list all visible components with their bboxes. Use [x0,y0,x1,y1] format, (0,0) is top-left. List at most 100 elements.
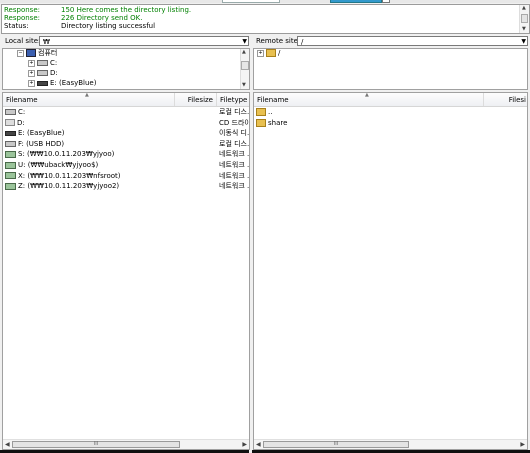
log-line-label: Response: [4,6,40,14]
cd-drive-icon [5,119,15,127]
column-label: Filesize [187,96,213,104]
file-name: share [268,118,288,127]
file-row[interactable]: share [254,118,527,128]
column-label: Filename [6,96,38,104]
tree-item-root[interactable]: + / [257,49,280,58]
local-horizontal-scrollbar[interactable]: ◀ III ▶ [3,439,249,449]
column-filename[interactable]: Filename [254,93,484,106]
file-type-cell: 로컬 디스... [219,139,249,148]
log-line-label: Response: [4,14,40,22]
local-site-label: Local site: [5,37,41,45]
expand-icon[interactable]: + [28,69,35,77]
scroll-down-icon[interactable]: ▼ [242,83,246,88]
chevron-down-icon[interactable]: ▼ [521,38,526,45]
local-site-combo[interactable]: ₩ ▼ [39,36,249,46]
folder-icon [256,118,266,127]
file-name: C: [18,108,26,116]
column-filetype[interactable]: Filetype [217,93,249,106]
log-scrollbar[interactable]: ▲ ▼ [519,5,529,33]
column-filesize[interactable]: Filesize [175,93,217,106]
column-label: Filename [257,96,289,104]
remote-scroll-thumb[interactable]: III [263,441,409,448]
drive-icon [37,60,48,66]
tree-scroll-thumb[interactable] [241,61,249,70]
remote-site-bar: Remote site: / ▼ [254,35,528,47]
tree-item-drive[interactable]: + E: (EasyBlue) [28,79,96,88]
file-name-cell: U: (₩₩uback₩yjyoo$) [5,160,173,170]
file-row[interactable]: Z: (₩₩10.0.11.203₩yjyoo2) 네트워크 ... [3,181,249,191]
scroll-right-icon[interactable]: ▶ [242,441,247,448]
file-name: E: (EasyBlue) [18,129,65,138]
file-name-cell: F: (USB HDD) [5,139,173,149]
file-row[interactable]: F: (USB HDD) 로컬 디스... [3,139,249,149]
sort-ascending-icon: ▲ [365,92,369,98]
scroll-grip: III [93,441,99,447]
scroll-up-icon[interactable]: ▲ [522,6,526,11]
log-scroll-thumb[interactable] [521,14,528,23]
scroll-grip: III [333,441,339,447]
column-filesize[interactable]: Filesi [484,93,527,106]
local-site-bar: Local site: ₩ ▼ [3,35,249,47]
remote-site-path: / [301,38,304,46]
local-file-list: Filename ▲ Filesize Filetype C: 로컬 디스... D… [2,92,250,450]
file-name-cell: C: [5,107,173,117]
expand-icon[interactable]: + [257,49,264,57]
column-filename[interactable]: Filename [3,93,175,106]
log-line-label: Status: [4,22,29,30]
tree-item-label: 컴퓨터 [38,49,58,57]
file-name: F: (USB HDD) [18,139,65,148]
drive-icon [5,140,16,147]
tree-item-drive[interactable]: + C: [28,59,57,68]
file-row[interactable]: D: CD 드라이... [3,118,249,128]
file-name-cell: Z: (₩₩10.0.11.203₩yjyoo2) [5,181,173,191]
column-label: Filesi [508,96,526,104]
file-name-cell: S: (₩₩10.0.11.203₩yjyoo) [5,149,173,159]
scroll-up-icon[interactable]: ▲ [242,50,246,55]
tree-item-computer[interactable]: − 컴퓨터 [17,49,57,58]
file-type-cell: 이동식 디... [219,129,249,138]
network-drive-icon [5,182,16,190]
file-type-cell: 네트워크 ... [219,161,249,169]
tree-item-drive[interactable]: + D: [28,69,58,78]
file-type-cell: 네트워크 ... [219,171,249,180]
file-name-cell: .. [256,107,476,117]
remote-horizontal-scrollbar[interactable]: ◀ III ▶ [254,439,527,449]
quickconnect-dropdown[interactable] [382,0,390,3]
file-row[interactable]: S: (₩₩10.0.11.203₩yjyoo) 네트워크 ... [3,149,249,159]
usb-drive-icon [5,130,16,136]
file-name: D: [17,118,25,127]
scroll-right-icon[interactable]: ▶ [520,441,525,448]
scroll-left-icon[interactable]: ◀ [256,441,261,448]
top-toolbar-strip [0,0,530,3]
file-name: X: (₩₩10.0.11.203₩nfsroot) [18,171,121,180]
file-row[interactable]: U: (₩₩uback₩yjyoo$) 네트워크 ... [3,160,249,170]
file-type-cell: 로컬 디스... [219,108,249,116]
local-scroll-thumb[interactable]: III [12,441,180,448]
message-log: Response: 150 Here comes the directory l… [1,4,530,34]
log-line-text: Directory listing successful [61,22,156,30]
folder-icon [266,49,276,57]
expand-icon[interactable]: + [28,59,35,67]
quickconnect-button[interactable] [330,0,382,3]
scroll-down-icon[interactable]: ▼ [522,27,526,32]
local-directory-tree: − 컴퓨터 + C: + D: + E: (EasyBlue) ▲ ▼ [2,48,250,90]
file-type-cell: 네트워크 ... [219,150,249,159]
collapse-icon[interactable]: − [17,49,24,57]
file-name-cell: X: (₩₩10.0.11.203₩nfsroot) [5,171,173,181]
file-row[interactable]: C: 로컬 디스... [3,107,249,117]
remote-list-header: Filename ▲ Filesi [254,93,527,107]
file-name: Z: (₩₩10.0.11.203₩yjyoo2) [18,182,120,191]
tree-item-label: / [278,49,281,57]
chevron-down-icon[interactable]: ▼ [242,38,247,45]
file-row[interactable]: X: (₩₩10.0.11.203₩nfsroot) 네트워크 ... [3,171,249,181]
tree-scrollbar[interactable]: ▲ ▼ [240,49,249,89]
connect-field[interactable] [222,0,280,3]
remote-site-combo[interactable]: / ▼ [297,36,528,46]
scroll-left-icon[interactable]: ◀ [5,441,10,448]
expand-icon[interactable]: + [28,79,35,87]
file-row[interactable]: .. [254,107,527,117]
drive-icon [5,109,16,115]
file-row[interactable]: E: (EasyBlue) 이동식 디... [3,128,249,138]
tree-item-label: E: (EasyBlue) [50,79,97,87]
file-name: .. [268,108,273,116]
